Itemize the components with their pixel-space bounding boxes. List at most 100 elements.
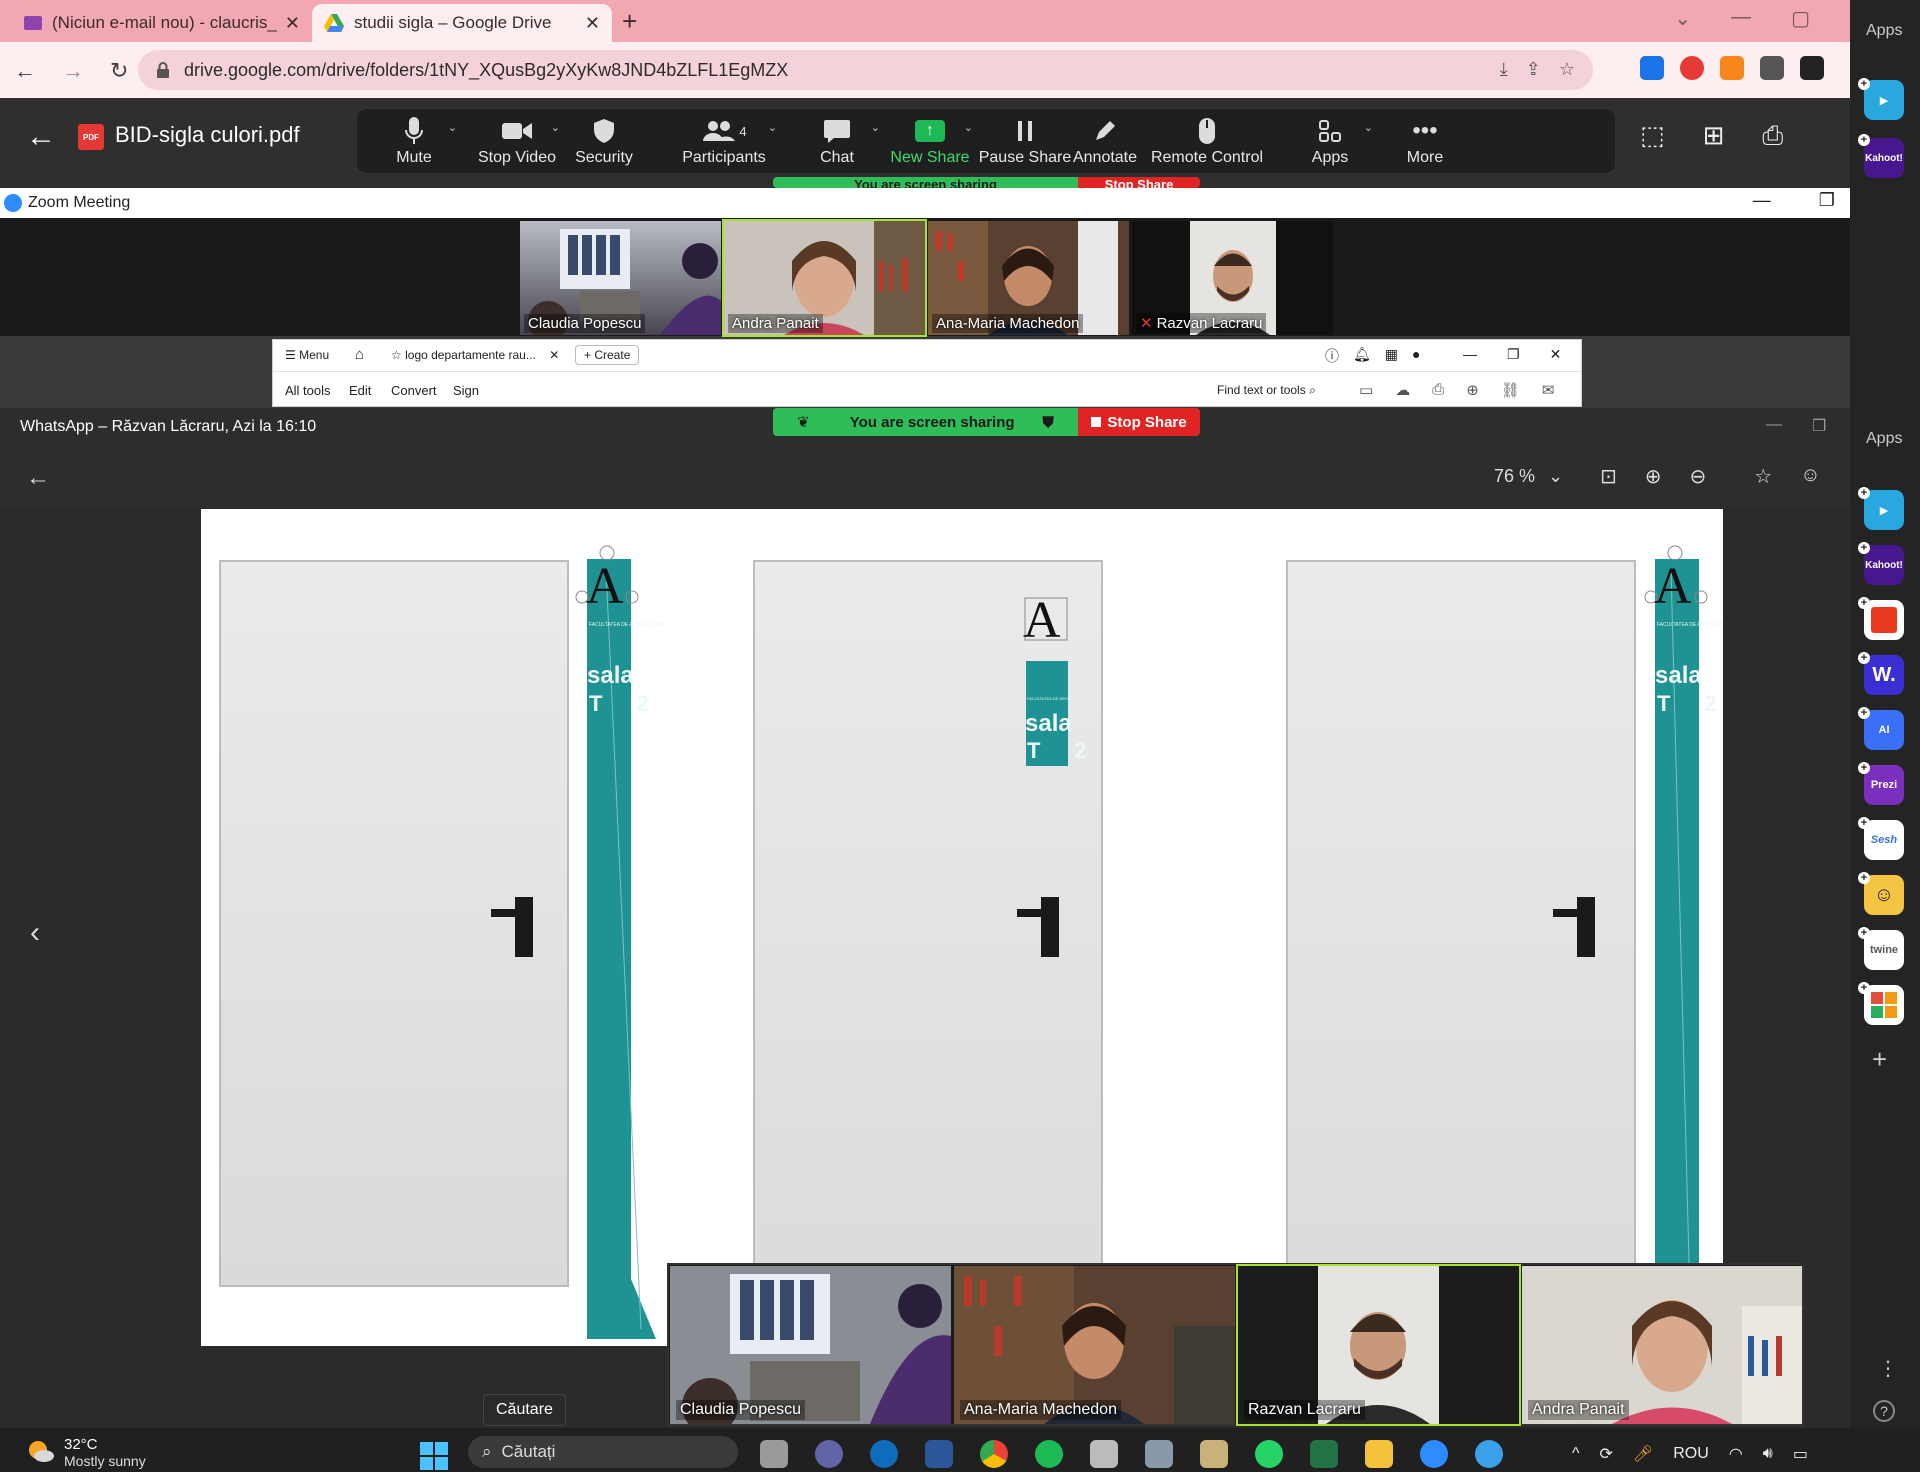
task-view-icon[interactable] — [760, 1440, 788, 1468]
all-tools-menu[interactable]: All tools — [285, 383, 331, 398]
upload-cloud-icon[interactable]: ☁ — [1395, 381, 1410, 399]
ai-app-icon[interactable]: AI — [1864, 710, 1904, 750]
security-button[interactable]: Security — [549, 115, 659, 167]
star-icon[interactable]: ☆ — [1754, 464, 1772, 489]
print-icon[interactable]: ⎙ — [1432, 381, 1444, 399]
remote-control-button[interactable]: Remote Control — [1137, 115, 1277, 167]
restore-icon[interactable]: ❐ — [1819, 190, 1835, 211]
add-icon[interactable]: + — [1858, 78, 1870, 90]
add-icon[interactable]: + — [1858, 927, 1870, 939]
minimize-icon[interactable]: — — [1753, 190, 1771, 211]
wordwall-app-icon[interactable]: W. — [1864, 655, 1904, 695]
more-vertical-icon[interactable]: ⋮ — [1878, 1356, 1898, 1381]
close-icon[interactable]: ✕ — [1550, 346, 1562, 363]
help-icon[interactable]: ? — [1873, 1400, 1895, 1422]
reload-icon[interactable]: ↻ — [110, 58, 128, 84]
forward-arrow-icon[interactable]: → — [62, 58, 84, 84]
add-icon[interactable]: + — [1858, 872, 1870, 884]
add-icon[interactable]: + — [1858, 982, 1870, 994]
new-share-button[interactable]: ↑ New Share ⌄ — [875, 115, 985, 167]
kahoot-app-icon[interactable]: Kahoot! — [1864, 545, 1904, 585]
video-tile[interactable]: Ana-Maria Machedon — [954, 1266, 1235, 1424]
tab-gmail[interactable]: (Niciun e-mail nou) - claucris_po ✕ — [12, 4, 312, 42]
link-icon[interactable]: ⛓ — [1501, 381, 1520, 399]
email-icon[interactable]: ✉ — [1542, 381, 1555, 399]
puzzle-icon[interactable] — [1760, 56, 1784, 80]
add-icon[interactable]: + — [1858, 542, 1870, 554]
whatsapp-icon[interactable] — [1255, 1440, 1283, 1468]
emoji-app-icon[interactable]: ☺ — [1864, 875, 1904, 915]
add-icon[interactable]: + — [1858, 134, 1870, 146]
printer-icon[interactable] — [1090, 1440, 1118, 1468]
chevron-up-icon[interactable]: ^ — [1572, 1445, 1580, 1463]
add-icon[interactable]: + — [1858, 707, 1870, 719]
zoom-icon[interactable] — [1420, 1440, 1448, 1468]
weather-widget[interactable]: 32°C Mostly sunny — [26, 1436, 146, 1469]
sync-icon[interactable]: ⟳ — [1600, 1444, 1613, 1464]
add-icon[interactable]: + — [1858, 597, 1870, 609]
restore-icon[interactable]: ❐ — [1507, 346, 1520, 363]
restore-icon[interactable]: ❐ — [1812, 416, 1826, 436]
video-tile[interactable]: Andra Panait — [1522, 1266, 1802, 1424]
slido-app-icon[interactable] — [1864, 600, 1904, 640]
video-tile-active-speaker[interactable]: Razvan Lacraru — [1236, 1264, 1521, 1426]
find-tools-field[interactable]: Find text or tools ⌕ — [1217, 383, 1316, 398]
stop-share-button[interactable]: Stop Share — [1078, 408, 1200, 436]
document-tab[interactable]: ☆ logo departamente rau... ✕ — [391, 348, 559, 362]
video-tile[interactable]: ✕ Razvan Lacraru — [1132, 221, 1333, 335]
bookmark-star-icon[interactable]: ☆ — [1559, 59, 1575, 80]
microphone-icon[interactable]: 🎤︎ — [1633, 1444, 1653, 1464]
paint-icon[interactable] — [1475, 1440, 1503, 1468]
prezi-app-icon[interactable]: Prezi — [1864, 765, 1904, 805]
chevron-down-icon[interactable]: ⌄ — [768, 121, 777, 134]
tab-google-drive[interactable]: studii sigla – Google Drive ✕ — [312, 4, 612, 42]
omnibox[interactable]: drive.google.com/drive/folders/1tNY_XQus… — [138, 50, 1593, 90]
adblock-icon[interactable] — [1680, 56, 1704, 80]
back-arrow-icon[interactable]: ← — [26, 120, 56, 154]
apps-grid-icon[interactable]: ▦ — [1385, 346, 1398, 366]
participants-button[interactable]: 4 Participants ⌄ — [659, 115, 789, 167]
maximize-icon[interactable]: ▢ — [1791, 6, 1810, 31]
video-tile[interactable]: Claudia Popescu — [520, 221, 721, 335]
stop-share-button[interactable]: Stop Share — [1078, 177, 1200, 188]
windows-start-icon[interactable] — [420, 1442, 448, 1470]
twine-app-icon[interactable]: twine — [1864, 930, 1904, 970]
convert-menu[interactable]: Convert — [391, 383, 437, 398]
chrome-icon[interactable] — [980, 1440, 1008, 1468]
add-comment-icon[interactable]: ⊞ — [1703, 120, 1725, 152]
app-icon[interactable] — [1200, 1440, 1228, 1468]
add-icon[interactable]: + — [1858, 487, 1870, 499]
close-tab-icon[interactable]: ✕ — [285, 13, 300, 34]
minimize-icon[interactable]: — — [1766, 416, 1782, 436]
chevron-down-icon[interactable]: ⌄ — [1674, 6, 1691, 31]
add-icon[interactable]: + — [1858, 762, 1870, 774]
actual-size-icon[interactable]: ⊡ — [1600, 464, 1617, 489]
sidepanel-icon[interactable] — [1800, 56, 1824, 80]
taskbar-search-box[interactable]: ⌕ Căutați — [468, 1436, 738, 1468]
close-tab-icon[interactable]: ✕ — [585, 13, 600, 34]
edit-menu[interactable]: Edit — [349, 383, 371, 398]
zoom-level-select[interactable]: 76 % ⌄ — [1494, 466, 1563, 487]
minimize-icon[interactable]: — — [1731, 6, 1751, 31]
edge-icon[interactable] — [870, 1440, 898, 1468]
previous-image-icon[interactable]: ‹ — [30, 916, 40, 950]
file-explorer-icon[interactable] — [1365, 1440, 1393, 1468]
kahoot-app-icon[interactable]: Kahoot! — [1864, 138, 1904, 178]
wooflash-app-icon[interactable]: ▶ — [1864, 80, 1904, 120]
install-icon[interactable]: ⤓ — [1500, 59, 1508, 80]
sign-menu[interactable]: Sign — [453, 383, 479, 398]
video-tile[interactable]: Ana-Maria Machedon — [928, 221, 1129, 335]
language-indicator[interactable]: ROU — [1673, 1445, 1709, 1463]
video-tile-active-speaker[interactable]: Andra Panait — [722, 219, 927, 337]
excel-icon[interactable] — [1310, 1440, 1338, 1468]
help-icon[interactable]: ⓘ — [1325, 346, 1339, 366]
archive-icon[interactable] — [1145, 1440, 1173, 1468]
chevron-down-icon[interactable]: ⌄ — [448, 121, 457, 134]
star-icon[interactable]: ☆ — [391, 348, 402, 362]
menu-button[interactable]: ☰ Menu — [285, 348, 329, 362]
add-icon[interactable]: + — [1858, 817, 1870, 829]
bookmark-extension-icon[interactable] — [1640, 56, 1664, 80]
back-arrow-icon[interactable]: ← — [14, 58, 36, 84]
share-user-icon[interactable]: ⊕ — [1466, 381, 1479, 399]
back-arrow-icon[interactable]: ← — [26, 464, 50, 492]
